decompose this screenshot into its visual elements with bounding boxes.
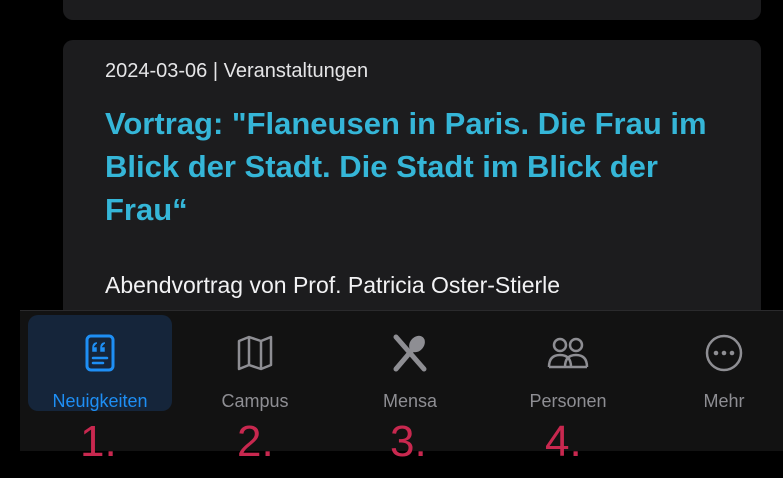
news-meta: 2024-03-06 | Veranstaltungen xyxy=(105,60,369,82)
news-title[interactable]: Vortrag: "Flaneusen in Paris. Die Frau i… xyxy=(105,102,725,231)
left-edge xyxy=(0,0,20,478)
tab-label: Neuigkeiten xyxy=(52,391,148,411)
annotation-number: 3. xyxy=(390,417,427,466)
map-icon xyxy=(237,335,273,371)
annotation-number: 1. xyxy=(80,417,117,466)
tab-neuigkeiten[interactable]: Neuigkeiten xyxy=(28,315,172,411)
tab-label: Campus xyxy=(221,391,289,411)
tab-campus[interactable]: Campus xyxy=(190,315,320,411)
tab-mehr[interactable]: Mehr xyxy=(666,315,782,411)
tab-label: Mehr xyxy=(703,391,745,411)
news-card[interactable]: 2024-03-06 | Veranstaltungen Vortrag: "F… xyxy=(63,40,761,330)
annotation-number: 2. xyxy=(237,417,274,466)
tab-label: Personen xyxy=(529,391,607,411)
tab-label: Mensa xyxy=(382,391,438,411)
people-icon xyxy=(547,337,589,369)
tab-personen[interactable]: Personen xyxy=(502,315,634,411)
fork-knife-icon xyxy=(393,334,427,372)
news-icon xyxy=(85,334,115,372)
news-teaser: Abendvortrag von Prof. Patricia Oster-St… xyxy=(105,272,561,298)
more-icon xyxy=(705,334,743,372)
tab-mensa[interactable]: Mensa xyxy=(345,315,475,411)
annotation-number: 4. xyxy=(545,417,582,466)
previous-news-card[interactable] xyxy=(63,0,761,20)
